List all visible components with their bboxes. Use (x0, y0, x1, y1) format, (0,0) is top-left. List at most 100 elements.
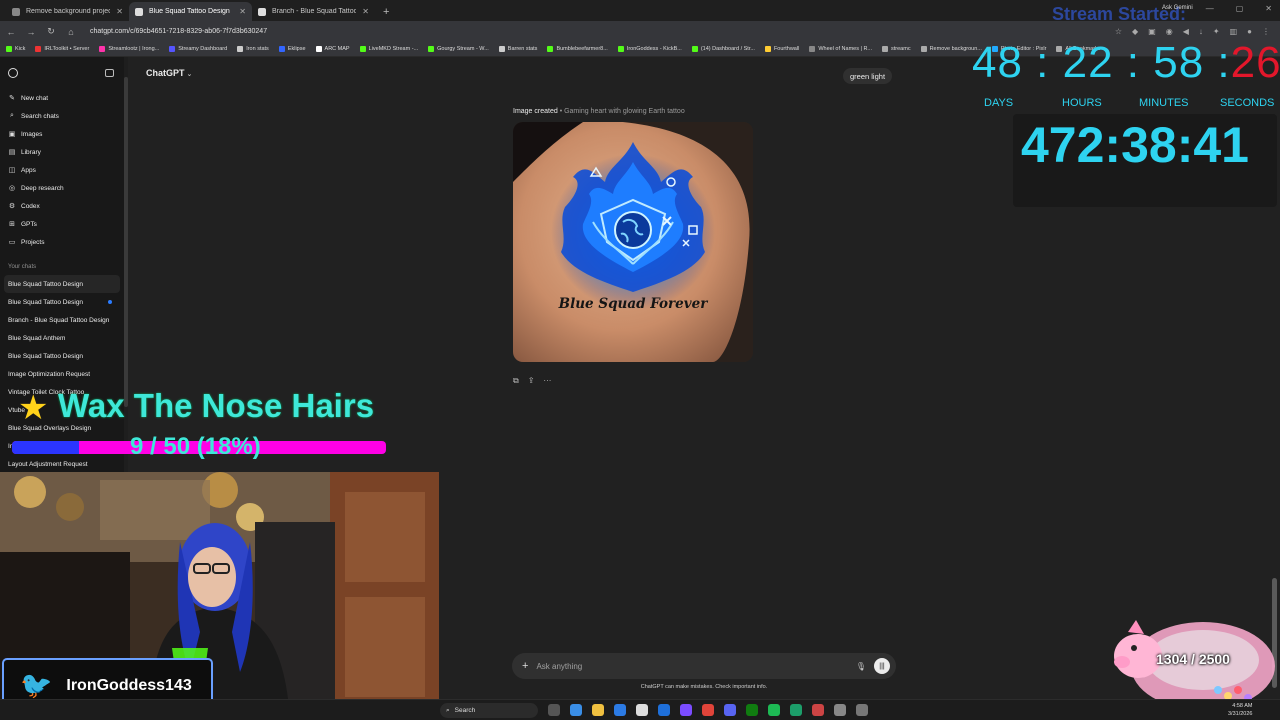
tab-favicon-icon (258, 7, 266, 16)
bookmark-favicon-icon (35, 46, 42, 52)
browser-tab[interactable]: Remove background project - I ✕ (6, 2, 129, 21)
microphone-icon[interactable]: 🎙 (856, 662, 866, 671)
bookmark[interactable]: Kick (6, 46, 25, 52)
system-clock[interactable]: 4:58 AM 3/31/2026 (1228, 702, 1252, 718)
sidebar-panel-icon[interactable]: ▥ (1230, 27, 1238, 36)
extension-icon[interactable]: ▣ (1148, 27, 1156, 36)
bookmark[interactable]: LiveMKD Stream -... (359, 46, 418, 52)
profile-icon[interactable]: ● (1247, 27, 1252, 36)
bookmark-folder[interactable]: streamc (882, 46, 911, 52)
store-icon[interactable] (636, 704, 648, 716)
bookmark-favicon-icon (428, 46, 435, 52)
bookmark-favicon-icon (691, 46, 698, 52)
chat-history-item[interactable]: Blue Squad Tattoo Design (4, 275, 120, 293)
bookmark[interactable]: IronGoddess - KickB... (617, 46, 682, 52)
chrome-icon[interactable] (702, 704, 714, 716)
more-options-icon[interactable]: ··· (543, 376, 551, 386)
chat-history-item[interactable]: Layout Adjustment Request (0, 455, 124, 473)
close-window-icon[interactable]: ✕ (1265, 4, 1272, 13)
voice-mode-button[interactable]: ||| (874, 658, 890, 674)
extension-icon[interactable]: ◉ (1166, 27, 1173, 36)
app-icon[interactable] (812, 704, 824, 716)
extensions-puzzle-icon[interactable]: ✦ (1213, 27, 1220, 36)
browser-tab[interactable]: Branch - Blue Squad Tattoo De ✕ (252, 2, 375, 21)
twitter-handle: IronGoddess143 (66, 676, 192, 694)
sidebar-item-search-chats[interactable]: ⌕ Search chats (0, 107, 124, 125)
search-icon: ⌕ (10, 112, 14, 119)
sidebar-item-deep-research[interactable]: ◎ Deep research (0, 179, 124, 197)
bookmark[interactable]: Bumblebeefarmer8... (547, 46, 608, 52)
app-icon[interactable] (856, 704, 868, 716)
discord-icon[interactable] (724, 704, 736, 716)
bookmark[interactable]: Gourgy Stream - W... (428, 46, 489, 52)
bookmark[interactable]: Streamlootz | Irong... (99, 46, 159, 52)
forward-icon[interactable]: → (26, 27, 36, 37)
bookmark[interactable]: (14) Dashboard / Str... (691, 46, 755, 52)
reload-icon[interactable]: ↻ (46, 26, 56, 37)
task-view-icon[interactable] (548, 704, 560, 716)
file-explorer-icon[interactable] (592, 704, 604, 716)
bookmark[interactable]: Wheel of Names | R... (809, 46, 872, 52)
sidebar-toggle-icon[interactable] (105, 69, 114, 77)
speaker-icon[interactable]: ◀ (1183, 27, 1189, 36)
chat-history-item[interactable]: Image Optimization Request (0, 365, 124, 383)
bookmark[interactable]: Barren stats (498, 46, 537, 52)
close-tab-icon[interactable]: ✕ (116, 7, 123, 16)
maximize-icon[interactable]: ▢ (1236, 4, 1244, 13)
sidebar-item-gpts[interactable]: ⊞ GPTs (0, 215, 124, 233)
bookmark-star-icon[interactable]: ☆ (1115, 27, 1122, 36)
xbox-icon[interactable] (746, 704, 758, 716)
sidebar-item-projects[interactable]: ▭ Projects (0, 233, 124, 251)
bookmark-favicon-icon (547, 46, 554, 52)
taskbar-search[interactable]: ⌕ Search (440, 703, 538, 718)
bookmark[interactable]: Streamy Dashboard (169, 46, 227, 52)
extension-icon[interactable]: ◆ (1132, 27, 1138, 36)
sidebar-item-new-chat[interactable]: ✎ New chat (0, 89, 124, 107)
bookmark-favicon-icon (237, 46, 244, 52)
outlook-icon[interactable] (658, 704, 670, 716)
new-tab-button[interactable]: + (383, 6, 389, 18)
sidebar-item-library[interactable]: ▤ Library (0, 143, 124, 161)
prompt-input[interactable] (536, 661, 848, 671)
edge-icon[interactable] (570, 704, 582, 716)
deep-research-icon: ◎ (8, 185, 16, 192)
model-selector[interactable]: ChatGPT ⌄ (146, 68, 192, 78)
bookmark[interactable]: Fourthwall (764, 46, 799, 52)
seconds-label: SECONDS (1220, 97, 1275, 109)
home-icon[interactable]: ⌂ (66, 27, 76, 37)
projects-icon: ▭ (8, 239, 16, 246)
bookmark[interactable]: Eklipse (278, 46, 306, 52)
chat-history-item[interactable]: Blue Squad Anthem (0, 329, 124, 347)
bookmark[interactable]: Iron stats (237, 46, 269, 52)
minimize-icon[interactable]: — (1206, 4, 1214, 13)
menu-icon[interactable]: ⋮ (1262, 27, 1270, 36)
browser-app-icon[interactable] (614, 704, 626, 716)
share-icon[interactable]: ⇪ (528, 376, 535, 386)
settings-gear-icon[interactable] (834, 704, 846, 716)
close-tab-icon[interactable]: ✕ (362, 7, 369, 16)
close-tab-icon[interactable]: ✕ (239, 7, 246, 16)
generated-tattoo-image[interactable]: Blue Squad Forever (513, 122, 753, 362)
chat-history-item[interactable]: Blue Squad Tattoo Design (0, 293, 124, 311)
url-field[interactable]: chatgpt.com/c/69cb4651-7218-8329-ab06-7f… (90, 28, 267, 35)
browser-tab-active[interactable]: Blue Squad Tattoo Design ✕ (129, 2, 252, 21)
copy-icon[interactable]: ⧉ (513, 376, 519, 386)
bookmark[interactable]: IRLToolkit • Server (35, 46, 89, 52)
chat-history-item[interactable]: Blue Squad Tattoo Design (0, 347, 124, 365)
sidebar-item-apps[interactable]: ◫ Apps (0, 161, 124, 179)
sidebar-item-images[interactable]: ▣ Images (0, 125, 124, 143)
scrollbar-thumb[interactable] (124, 77, 128, 407)
spotify-icon[interactable] (768, 704, 780, 716)
bookmark[interactable]: ARC MAP (315, 46, 350, 52)
chat-history-item[interactable]: Branch - Blue Squad Tattoo Design (0, 311, 124, 329)
app-icon[interactable] (790, 704, 802, 716)
openai-logo-icon[interactable] (8, 68, 18, 78)
attach-plus-icon[interactable]: + (522, 660, 528, 672)
back-icon[interactable]: ← (6, 27, 16, 37)
ask-gemini-button[interactable]: Ask Gemini (1162, 5, 1193, 11)
bookmark-favicon-icon (169, 46, 176, 52)
library-icon: ▤ (8, 149, 16, 156)
obs-icon[interactable] (680, 704, 692, 716)
sidebar-item-codex[interactable]: ⚙ Codex (0, 197, 124, 215)
download-icon[interactable]: ↓ (1199, 27, 1203, 36)
